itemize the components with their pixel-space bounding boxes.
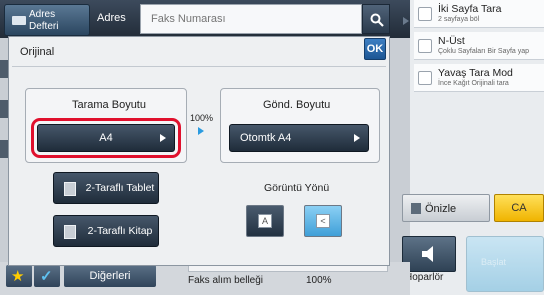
memory-label: Faks alım belleği bbox=[188, 275, 264, 286]
mode-subtitle: Çoklu Sayfaları Bir Sayfa yap bbox=[438, 48, 530, 55]
address-label[interactable]: Adres bbox=[97, 12, 126, 24]
mode-title: İki Sayfa Tara bbox=[438, 3, 502, 15]
start-button[interactable]: Başlat bbox=[466, 236, 544, 292]
duplex-book-label: 2-Taraflı Kitap bbox=[87, 224, 153, 237]
mode-title: Yavaş Tara Mod bbox=[438, 67, 513, 79]
divider bbox=[12, 66, 386, 67]
mode-subtitle: 2 sayfaya böl bbox=[438, 16, 480, 23]
duplex-tablet-button[interactable]: 2-Taraflı Tablet bbox=[53, 172, 159, 204]
arrow-right-icon bbox=[354, 134, 360, 142]
tablet-doc-icon bbox=[64, 182, 76, 196]
preview-icon bbox=[411, 203, 421, 214]
speaker-button[interactable] bbox=[402, 236, 456, 272]
memory-value: 100% bbox=[306, 275, 332, 286]
others-button[interactable]: Diğerleri bbox=[64, 265, 156, 287]
check-icon: ✓ bbox=[40, 268, 53, 285]
address-book-label: Adres Defteri bbox=[29, 9, 59, 32]
speaker-icon bbox=[422, 246, 433, 262]
ratio-arrow-icon bbox=[198, 127, 204, 135]
send-size-button[interactable]: Otomtk A4 bbox=[229, 124, 369, 152]
star-icon: ★ bbox=[11, 268, 25, 285]
duplex-tablet-label: 2-Taraflı Tablet bbox=[85, 181, 155, 194]
orientation-title: Görüntü Yönü bbox=[264, 182, 330, 194]
checkbox[interactable] bbox=[418, 39, 432, 53]
collapse-arrow-icon[interactable] bbox=[403, 17, 409, 25]
orientation-portrait-button[interactable]: A bbox=[246, 205, 284, 237]
checkbox[interactable] bbox=[418, 71, 432, 85]
search-icon bbox=[370, 13, 384, 27]
preview-button[interactable]: Önizle bbox=[402, 194, 490, 222]
address-book-icon bbox=[12, 16, 26, 25]
send-size-value: Otomtk A4 bbox=[240, 132, 292, 144]
top-bar: Adres Defteri Adres bbox=[0, 0, 410, 38]
mode-item-n-up[interactable]: N-Üst Çoklu Sayfaları Bir Sayfa yap bbox=[414, 32, 544, 60]
address-book-button[interactable]: Adres Defteri bbox=[4, 4, 90, 36]
duplex-book-button[interactable]: 2-Taraflı Kitap bbox=[53, 215, 159, 247]
search-button[interactable] bbox=[362, 4, 390, 34]
favorites-button[interactable]: ★ bbox=[6, 265, 32, 287]
mode-title: N-Üst bbox=[438, 35, 465, 47]
preview-label: Önizle bbox=[425, 203, 457, 215]
confirm-button[interactable]: ✓ bbox=[34, 265, 60, 287]
fax-screen: Adres Defteri Adres İki Sayfa Tara 2 say… bbox=[0, 0, 544, 295]
send-size-title: Gönd. Boyutu bbox=[263, 99, 331, 111]
portrait-orientation-icon: A bbox=[258, 214, 272, 228]
mode-item-slow-scan[interactable]: Yavaş Tara Mod İnce Kağıt Orijinali tara bbox=[414, 64, 544, 92]
speaker-label: Hoparlör bbox=[405, 272, 444, 283]
scan-size-title: Tarama Boyutu bbox=[72, 99, 146, 111]
start-label: Başlat bbox=[481, 257, 507, 267]
checkbox[interactable] bbox=[418, 7, 432, 21]
landscape-orientation-icon: < bbox=[316, 214, 330, 228]
dialog-title: Orijinal bbox=[20, 46, 55, 58]
mode-subtitle: İnce Kağıt Orijinali tara bbox=[438, 80, 509, 87]
orientation-landscape-button[interactable]: < bbox=[304, 205, 342, 237]
clear-all-button[interactable]: CA bbox=[494, 194, 544, 222]
fax-number-input[interactable] bbox=[140, 4, 362, 34]
book-doc-icon bbox=[64, 225, 76, 239]
highlight-ring bbox=[31, 118, 181, 158]
mode-item-two-page-scan[interactable]: İki Sayfa Tara 2 sayfaya böl bbox=[414, 0, 544, 28]
ok-button[interactable]: OK bbox=[364, 38, 386, 60]
ratio-value: 100% bbox=[190, 113, 214, 123]
